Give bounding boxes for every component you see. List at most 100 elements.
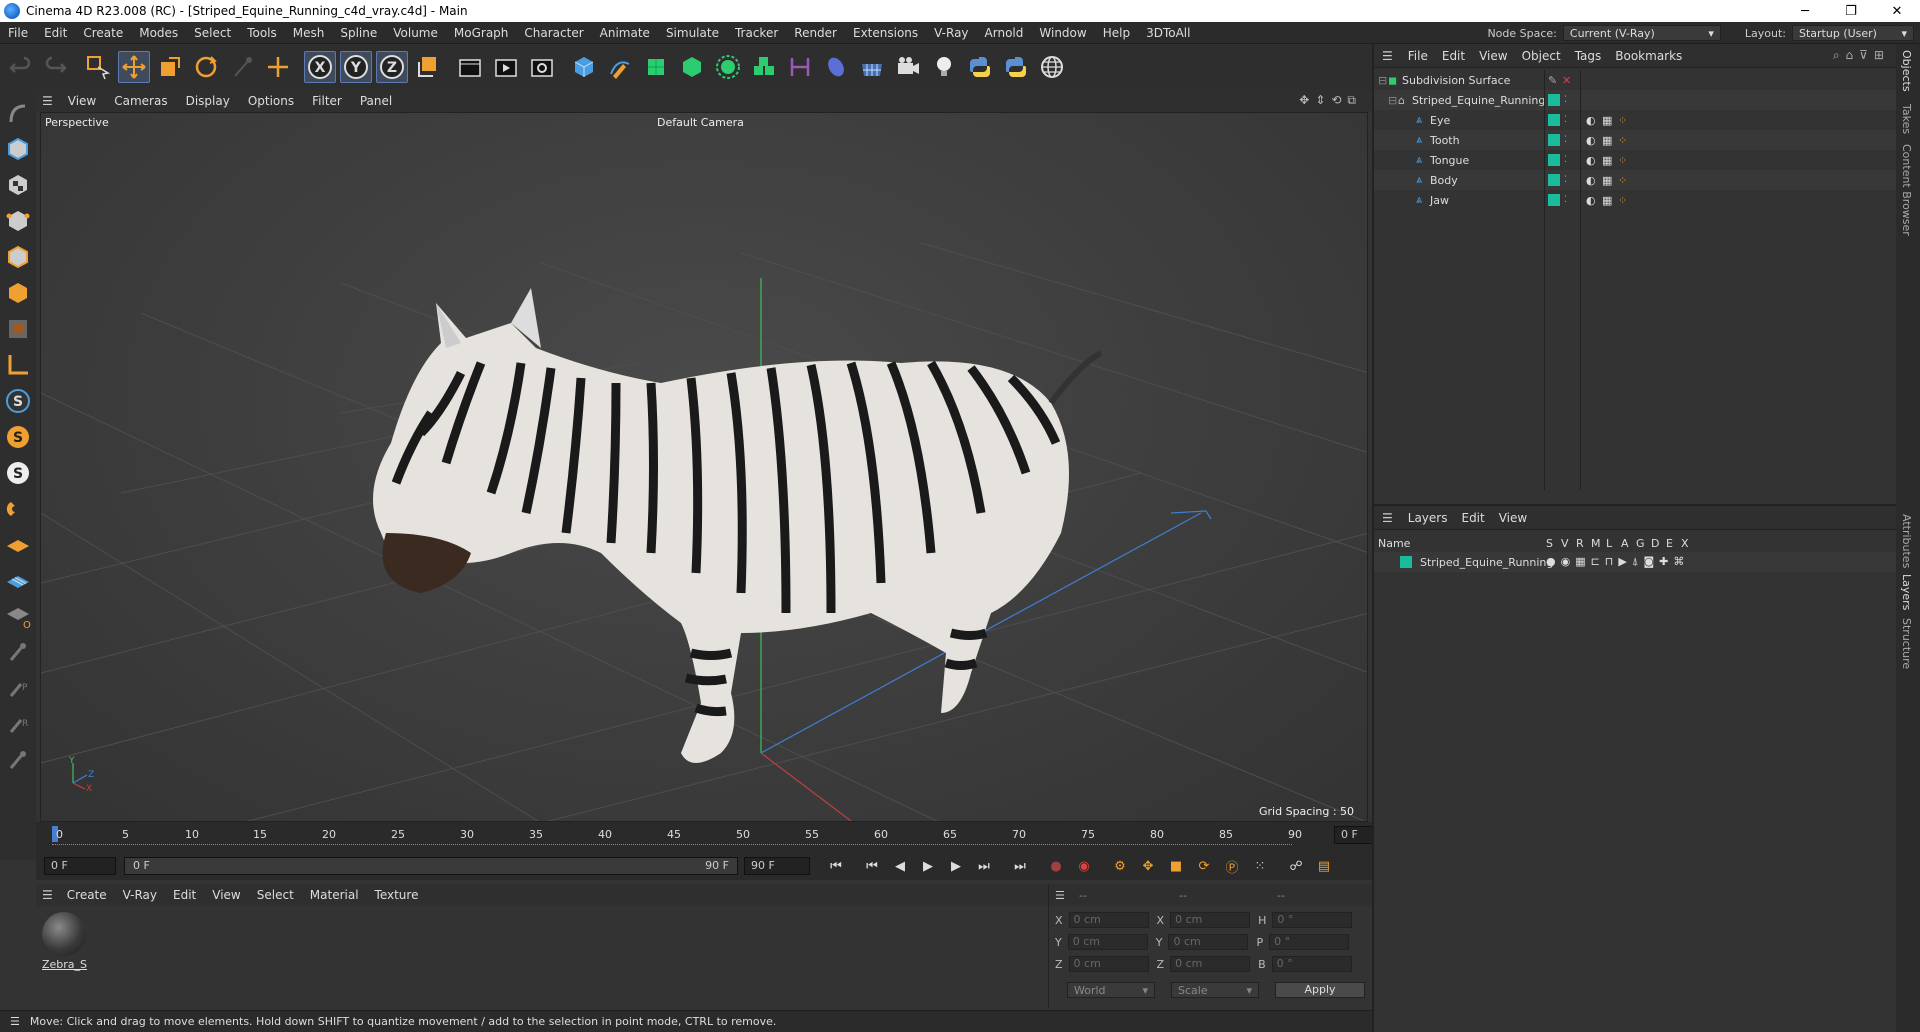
edit-check-icon[interactable]: ✎	[1548, 74, 1557, 87]
tag-vray-icon[interactable]: ⁘	[1618, 194, 1627, 207]
grid-plane-button[interactable]	[3, 566, 33, 596]
material-menu-vray[interactable]: V-Ray	[115, 888, 165, 902]
render-view-button[interactable]	[454, 51, 486, 83]
array-button[interactable]	[712, 51, 744, 83]
tag-phong-icon[interactable]: ◐	[1586, 134, 1596, 147]
bone-button[interactable]	[3, 746, 33, 776]
side-tab-content-browser[interactable]: Content Browser	[1900, 144, 1913, 236]
menu-simulate[interactable]: Simulate	[658, 26, 727, 40]
texture-mode-button[interactable]	[3, 170, 33, 200]
visibility-dots-icon[interactable]: ⁚	[1564, 135, 1567, 145]
material-menu-edit[interactable]: Edit	[165, 888, 204, 902]
object-manager-search-icons[interactable]: ⌕⌂⊽⊞	[1833, 48, 1890, 63]
layer-color-swatch[interactable]	[1400, 556, 1412, 568]
go-to-end-button[interactable]: ⏭	[1008, 854, 1032, 878]
side-tab-takes[interactable]: Takes	[1900, 104, 1913, 134]
object-row-eye[interactable]: ⩓ Eye ⁚ ◐ ▦ ⁘	[1374, 110, 1896, 130]
floor-button[interactable]	[856, 51, 888, 83]
layers-menu-layers[interactable]: Layers	[1401, 511, 1455, 525]
tag-phong-icon[interactable]: ◐	[1586, 154, 1596, 167]
menu-render[interactable]: Render	[786, 26, 845, 40]
tag-phong-icon[interactable]: ◐	[1586, 174, 1596, 187]
python-script-2-button[interactable]	[1000, 51, 1032, 83]
expand-icon[interactable]: ⊟	[1388, 94, 1398, 107]
material-menu-material[interactable]: Material	[302, 888, 367, 902]
layer-flag-icons[interactable]: ●◉▦⊏⊓▶⍋◙✚⌘	[1546, 555, 1689, 569]
rotation-b-field[interactable]: 0 °	[1271, 956, 1352, 972]
objects-menu-view[interactable]: View	[1472, 49, 1514, 63]
menu-3dtoall[interactable]: 3DToAll	[1138, 26, 1198, 40]
menu-volume[interactable]: Volume	[385, 26, 446, 40]
hamburger-icon[interactable]: ☰	[36, 94, 59, 108]
key-parameter-button[interactable]: Ⓟ	[1220, 854, 1244, 878]
tag-material-icon[interactable]: ▦	[1602, 154, 1612, 167]
start-frame-field[interactable]: 0 F	[44, 857, 116, 875]
material-menu-create[interactable]: Create	[59, 888, 115, 902]
render-settings-button[interactable]	[526, 51, 558, 83]
size-z-field[interactable]: 0 cm	[1170, 956, 1251, 972]
object-row-subdivision-surface[interactable]: ⊟ ◼ Subdivision Surface ✎ ✕	[1374, 70, 1896, 90]
visibility-dots-icon[interactable]: ⁚	[1564, 155, 1567, 165]
model-mode-button[interactable]	[3, 134, 33, 164]
snap-white-button[interactable]: S	[3, 458, 33, 488]
key-position-button[interactable]: ✥	[1136, 854, 1160, 878]
end-frame-field[interactable]: 90 F	[744, 857, 810, 875]
hamburger-icon[interactable]: ☰	[36, 888, 59, 902]
tag-material-icon[interactable]: ▦	[1602, 134, 1612, 147]
layers-menu-edit[interactable]: Edit	[1454, 511, 1491, 525]
layer-color-swatch[interactable]	[1548, 174, 1560, 186]
menu-extensions[interactable]: Extensions	[845, 26, 926, 40]
subdivision-surface-button[interactable]	[640, 51, 672, 83]
material-menu-texture[interactable]: Texture	[367, 888, 427, 902]
render-to-picture-viewer-button[interactable]	[490, 51, 522, 83]
viewport-camera-label[interactable]: Default Camera	[657, 116, 744, 129]
minimize-button[interactable]: ─	[1782, 0, 1828, 22]
maximize-button[interactable]: ❐	[1828, 0, 1874, 22]
position-z-field[interactable]: 0 cm	[1068, 956, 1149, 972]
key-scale-button[interactable]: ■	[1164, 854, 1188, 878]
object-row-tooth[interactable]: ⩓ Tooth ⁚ ◐ ▦ ⁘	[1374, 130, 1896, 150]
3d-viewport[interactable]: Perspective Default Camera Grid Spacing …	[40, 112, 1368, 822]
move-tool-button[interactable]	[118, 51, 150, 83]
objects-menu-tags[interactable]: Tags	[1568, 49, 1609, 63]
record-active-button[interactable]: ●	[1044, 854, 1068, 878]
object-row-striped-equine-running[interactable]: ⊟ ⌂ Striped_Equine_Running ⁚	[1374, 90, 1896, 110]
layers-menu-view[interactable]: View	[1492, 511, 1534, 525]
size-mode-dropdown[interactable]: Scale ▾	[1171, 982, 1259, 998]
uv-mode-button[interactable]	[3, 314, 33, 344]
viewport-menu-panel[interactable]: Panel	[351, 94, 401, 108]
visibility-dots-icon[interactable]: ⁚	[1564, 95, 1567, 105]
hamburger-icon[interactable]: ☰	[1049, 889, 1071, 902]
coordinate-space-dropdown[interactable]: World ▾	[1067, 982, 1155, 998]
object-row-body[interactable]: ⩓ Body ⁚ ◐ ▦ ⁘	[1374, 170, 1896, 190]
tag-vray-icon[interactable]: ⁘	[1618, 154, 1627, 167]
menu-mograph[interactable]: MoGraph	[446, 26, 517, 40]
object-row-jaw[interactable]: ⩓ Jaw ⁚ ◐ ▦ ⁘	[1374, 190, 1896, 210]
light-button[interactable]	[928, 51, 960, 83]
enable-x-icon[interactable]: ✕	[1562, 74, 1571, 87]
layer-row[interactable]: Striped_Equine_Running ●◉▦⊏⊓▶⍋◙✚⌘	[1374, 552, 1896, 572]
objects-menu-object[interactable]: Object	[1515, 49, 1568, 63]
menu-character[interactable]: Character	[516, 26, 591, 40]
size-x-field[interactable]: 0 cm	[1170, 912, 1251, 928]
z-axis-lock-button[interactable]: Z	[376, 51, 408, 83]
menu-edit[interactable]: Edit	[36, 26, 75, 40]
scale-tool-button[interactable]	[154, 51, 186, 83]
motion-clip-button[interactable]: ☍	[1284, 854, 1308, 878]
menu-modes[interactable]: Modes	[131, 26, 186, 40]
tag-material-icon[interactable]: ▦	[1602, 194, 1612, 207]
field-button[interactable]	[820, 51, 852, 83]
make-editable-button[interactable]	[3, 98, 33, 128]
next-key-button[interactable]: ⏭	[972, 854, 996, 878]
key-rotation-button[interactable]: ⟳	[1192, 854, 1216, 878]
objects-menu-edit[interactable]: Edit	[1435, 49, 1472, 63]
previous-key-button[interactable]: ⏮	[860, 854, 884, 878]
size-y-field[interactable]: 0 cm	[1168, 934, 1249, 950]
layer-color-swatch[interactable]	[1548, 114, 1560, 126]
rigging-button[interactable]: R	[3, 710, 33, 740]
material-menu-view[interactable]: View	[204, 888, 248, 902]
viewport-menu-filter[interactable]: Filter	[303, 94, 351, 108]
viewport-menu-display[interactable]: Display	[177, 94, 239, 108]
play-button[interactable]: ▶	[916, 854, 940, 878]
previous-frame-button[interactable]: ◀	[888, 854, 912, 878]
